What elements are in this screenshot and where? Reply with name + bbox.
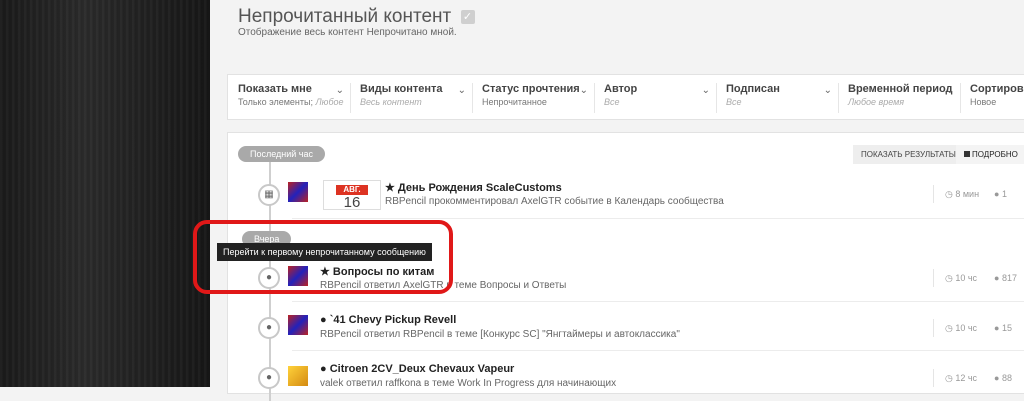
filter-time-period[interactable]: Временной период Любое время ⌄ — [848, 83, 961, 113]
divider — [933, 369, 934, 387]
filter-author[interactable]: Автор Все ⌄ — [604, 83, 717, 113]
avatar[interactable] — [288, 315, 308, 335]
avatar[interactable] — [288, 366, 308, 386]
divider — [933, 319, 934, 337]
chevron-down-icon: ⌄ — [579, 85, 588, 96]
event-day: 16 — [343, 194, 361, 211]
item-time: ◷ 10 чс — [945, 273, 978, 283]
filter-sort[interactable]: Сортиров Новое — [970, 83, 1024, 113]
page-subtitle: Отображение весь контент Непрочитано мно… — [238, 27, 457, 38]
filter-label: Статус прочтения — [482, 83, 580, 95]
item-title[interactable]: ● `41 Chevy Pickup Revell — [320, 314, 456, 326]
item-time: ◷ 12 чс — [945, 373, 978, 383]
filter-label: Подписан — [726, 83, 780, 95]
separator — [292, 301, 1024, 302]
speech-bubble-icon[interactable]: ● — [258, 367, 280, 389]
show-results-button[interactable]: ПОКАЗАТЬ РЕЗУЛЬТАТЫ — [853, 145, 964, 164]
main-page: Непрочитанный контент ✓ Отображение весь… — [210, 0, 1024, 401]
filter-read-status[interactable]: Статус прочтения Непрочитанное ⌄ — [482, 83, 595, 113]
avatar[interactable] — [288, 182, 308, 202]
separator — [292, 218, 1024, 219]
chevron-down-icon: ⌄ — [457, 85, 466, 96]
filter-value: Все — [604, 97, 620, 107]
filter-content-type[interactable]: Виды контента Весь контент ⌄ — [360, 83, 473, 113]
item-replies: ● 817 — [994, 273, 1017, 283]
filter-value: Только элементы; Любое — [238, 97, 344, 107]
square-icon — [964, 151, 970, 157]
item-replies: ● 15 — [994, 323, 1012, 333]
background-wood-panel — [0, 0, 210, 387]
item-title[interactable]: ● Citroen 2CV_Deux Chevaux Vapeur — [320, 363, 514, 375]
filter-value: Новое — [970, 97, 997, 107]
detailed-view-button[interactable]: ПОДРОБНО — [956, 145, 1024, 164]
item-subtitle: RBPencil ответил RBPencil в теме [Конкур… — [320, 329, 680, 340]
chevron-down-icon: ⌄ — [823, 85, 832, 96]
filter-label: Автор — [604, 83, 638, 95]
chevron-down-icon: ⌄ — [945, 85, 954, 96]
item-subtitle: RBPencil прокомментировал AxelGTR событи… — [385, 196, 724, 207]
filter-value: Любое время — [848, 97, 905, 107]
check-icon[interactable]: ✓ — [460, 9, 475, 24]
event-date-badge: АВГ. 16 — [323, 180, 381, 211]
item-replies: ● 88 — [994, 373, 1012, 383]
item-time: ◷ 10 чс — [945, 323, 978, 333]
filter-label: Показать мне — [238, 83, 312, 95]
separator — [292, 350, 1024, 351]
page-title-text: Непрочитанный контент — [238, 6, 452, 27]
divider — [933, 185, 934, 203]
divider — [933, 269, 934, 287]
page-title: Непрочитанный контент ✓ — [238, 6, 475, 28]
filter-label: Сортиров — [970, 83, 1024, 95]
item-title[interactable]: ★ День Рождения ScaleCustoms — [385, 181, 562, 194]
filter-subscribed[interactable]: Подписан Все ⌄ — [726, 83, 839, 113]
filter-show-me[interactable]: Показать мне Только элементы; Любое ⌄ — [238, 83, 351, 113]
item-time: ◷ 8 мин — [945, 189, 980, 199]
highlight-annotation — [193, 220, 453, 294]
filter-label: Временной период — [848, 83, 953, 95]
filter-label: Виды контента — [360, 83, 443, 95]
chevron-down-icon: ⌄ — [335, 85, 344, 96]
item-subtitle: valek ответил raffkona в теме Work In Pr… — [320, 378, 617, 389]
filter-bar: Показать мне Только элементы; Любое ⌄ Ви… — [227, 74, 1024, 120]
speech-bubble-icon[interactable]: ● — [258, 317, 280, 339]
chevron-down-icon: ⌄ — [701, 85, 710, 96]
filter-value: Весь контент — [360, 97, 422, 107]
filter-value: Все — [726, 97, 742, 107]
item-replies: ● 1 — [994, 189, 1007, 199]
filter-value: Непрочитанное — [482, 97, 547, 107]
timeline-label-last-hour: Последний час — [238, 146, 326, 162]
calendar-icon: ▦ — [258, 184, 280, 206]
